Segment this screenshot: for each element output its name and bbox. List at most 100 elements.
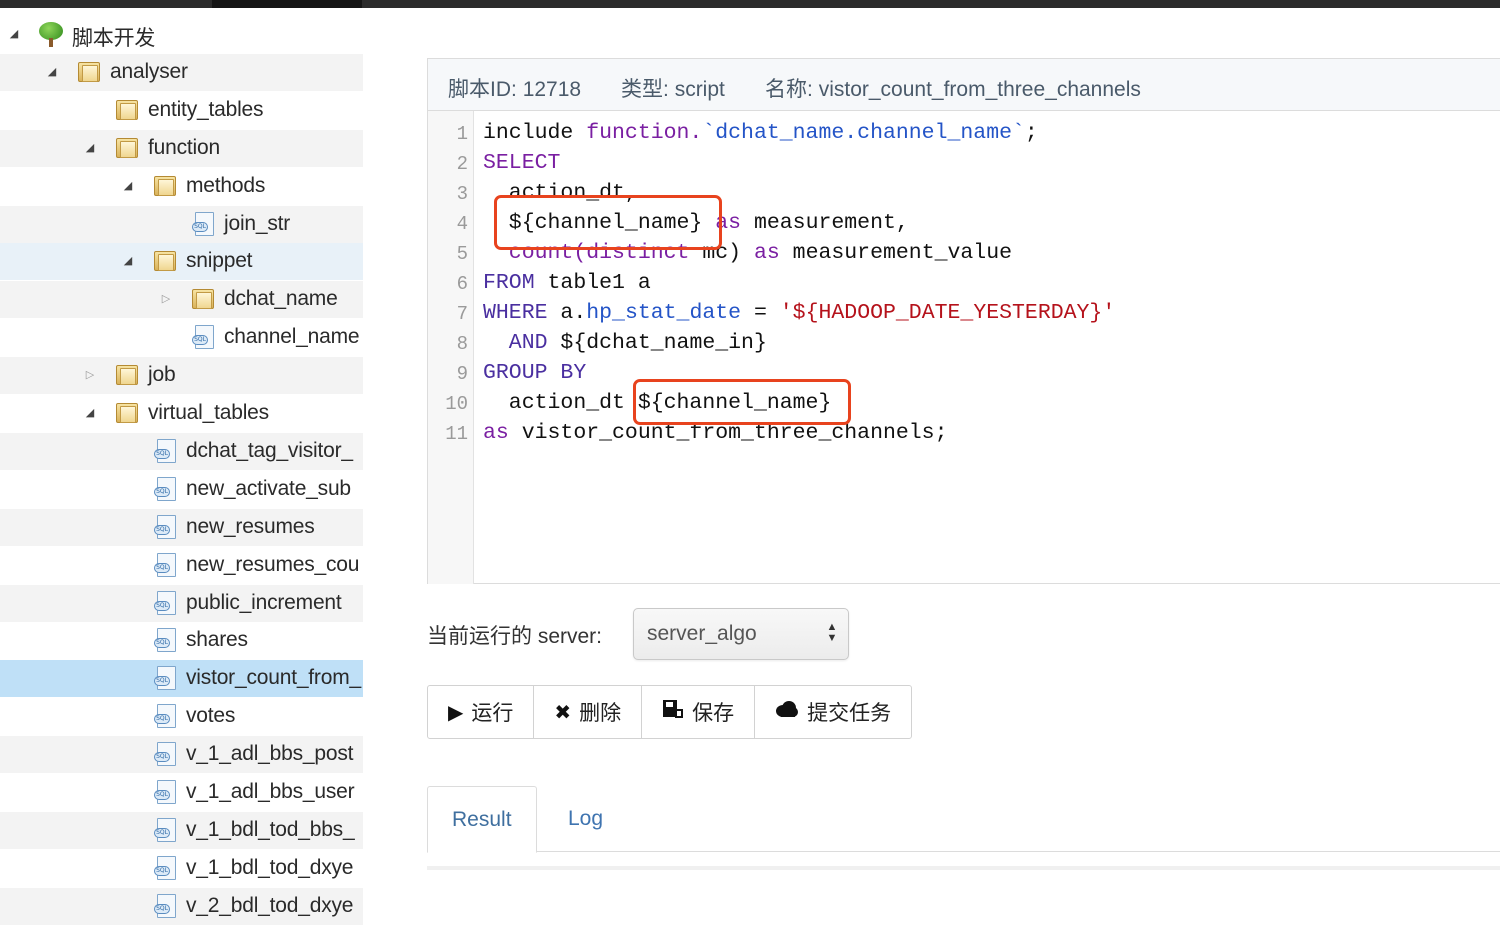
- collapsed-arrow-icon[interactable]: ▷: [160, 292, 172, 306]
- tree-item[interactable]: SQL v_1_bdl_tod_dxye: [0, 850, 363, 887]
- tree-item-label: entity_tables: [148, 97, 264, 121]
- line-number: 3: [456, 183, 468, 205]
- line-number: 9: [456, 363, 468, 385]
- tree-item[interactable]: SQL new_activate_sub: [0, 471, 363, 508]
- code-line-6[interactable]: FROM table1 a: [483, 271, 651, 295]
- folder-icon: [114, 135, 140, 161]
- tree-item[interactable]: ◢ 脚本开发: [0, 16, 363, 53]
- line-number: 7: [456, 303, 468, 325]
- line-number: 1: [456, 123, 468, 145]
- action-toolbar: ▶ 运行 ✖ 删除 保存 提交任务: [427, 685, 913, 739]
- script-name: 名称: vistor_count_from_three_channels: [765, 78, 1141, 101]
- tree-item-label: vistor_count_from_: [186, 666, 361, 690]
- expanded-arrow-icon[interactable]: ◢: [8, 27, 20, 41]
- sql-file-icon: SQL: [152, 627, 178, 653]
- tree-item-label: new_resumes: [186, 514, 315, 538]
- tree-item[interactable]: ▷ job: [0, 357, 363, 395]
- tree-item-label: shares: [186, 628, 248, 652]
- script-id: 脚本ID: 12718: [448, 78, 582, 101]
- code-line-8[interactable]: AND ${dchat_name_in}: [483, 331, 767, 355]
- tree-item[interactable]: entity_tables: [0, 92, 363, 129]
- tree-item[interactable]: SQL channel_name: [0, 319, 363, 356]
- sql-file-icon: SQL: [152, 817, 178, 843]
- output-tabs: Result Log: [427, 786, 1500, 853]
- tree-item[interactable]: SQL vistor_count_from_: [0, 660, 363, 698]
- code-line-9[interactable]: GROUP BY: [483, 361, 586, 385]
- tree-item[interactable]: SQL v_1_adl_bbs_post: [0, 736, 363, 774]
- sql-file-icon: SQL: [152, 590, 178, 616]
- tree-item-label: virtual_tables: [148, 401, 269, 424]
- line-number: 8: [456, 333, 468, 355]
- expanded-arrow-icon[interactable]: ◢: [122, 254, 134, 268]
- expanded-arrow-icon[interactable]: ◢: [84, 406, 96, 420]
- tree-item-label: analyser: [110, 59, 188, 83]
- tree-item-label: new_resumes_cou: [186, 552, 360, 576]
- close-icon: ✖: [554, 701, 572, 724]
- script-tree-sidebar: ◢ 脚本开发 ◢ analyser entity_tables ◢ function ◢ met…: [0, 16, 363, 926]
- save-button[interactable]: 保存: [642, 686, 756, 738]
- server-select-value: server_algo: [647, 622, 757, 645]
- tree-item-label: job: [148, 363, 176, 387]
- sql-file-icon: SQL: [152, 779, 178, 805]
- code-editor[interactable]: 1 2 3 4 5 6 7 8 9 10 11 include function.`dchat_na…: [428, 111, 1500, 584]
- line-number: 2: [456, 153, 468, 175]
- tree-item[interactable]: ◢ virtual_tables: [0, 395, 363, 432]
- sql-file-icon: SQL: [152, 703, 178, 729]
- expanded-arrow-icon[interactable]: ◢: [46, 65, 58, 79]
- tree-item[interactable]: ◢ analyser: [0, 53, 363, 91]
- tab-result[interactable]: Result: [427, 786, 537, 853]
- tree-item[interactable]: ▷ dchat_name: [0, 281, 363, 319]
- tree-item[interactable]: SQL votes: [0, 698, 363, 735]
- delete-button[interactable]: ✖ 删除: [534, 686, 643, 738]
- folder-icon: [76, 59, 102, 85]
- sql-file-icon: SQL: [152, 476, 178, 502]
- tree-item[interactable]: SQL join_str: [0, 205, 363, 243]
- code-line-1[interactable]: include function.`dchat_name.channel_nam…: [483, 121, 1038, 145]
- code-line-7[interactable]: WHERE a.hp_stat_date = '${HADOOP_DATE_YE…: [483, 301, 1115, 325]
- tree-item[interactable]: ◢ snippet: [0, 243, 363, 281]
- tree-item-label: public_increment: [186, 590, 342, 614]
- folder-icon: [114, 97, 140, 123]
- script-editor-card: 脚本ID: 12718 类型: script 名称: vistor_count_…: [427, 58, 1500, 584]
- submit-task-button[interactable]: 提交任务: [755, 686, 911, 738]
- main-panel: 脚本ID: 12718 类型: script 名称: vistor_count_…: [363, 8, 1500, 926]
- tree-item[interactable]: SQL new_resumes: [0, 508, 363, 546]
- tree-item[interactable]: SQL v_1_bdl_tod_bbs_: [0, 811, 363, 849]
- tab-log[interactable]: Log: [544, 786, 627, 852]
- folder-icon: [114, 400, 140, 426]
- code-line-2[interactable]: SELECT: [483, 151, 560, 175]
- tree-item[interactable]: SQL shares: [0, 622, 363, 659]
- tree-item[interactable]: SQL public_increment: [0, 584, 363, 622]
- tree-item[interactable]: ◢ methods: [0, 168, 363, 205]
- collapsed-arrow-icon[interactable]: ▷: [84, 368, 96, 382]
- expanded-arrow-icon[interactable]: ◢: [122, 179, 134, 193]
- save-icon: [662, 699, 684, 725]
- run-button[interactable]: ▶ 运行: [428, 686, 535, 738]
- tree-item[interactable]: SQL v_2_bdl_tod_dxye: [0, 887, 363, 925]
- tree-item[interactable]: SQL dchat_tag_visitor_: [0, 432, 363, 470]
- highlight-box-channel-name-select: [494, 195, 722, 250]
- server-select[interactable]: server_algo ▲ ▼: [633, 608, 849, 660]
- folder-icon: [152, 173, 178, 199]
- line-number-gutter: 1 2 3 4 5 6 7 8 9 10 11: [428, 111, 474, 584]
- sql-file-icon: SQL: [190, 211, 216, 237]
- folder-icon: [190, 286, 216, 312]
- line-number: 6: [456, 273, 468, 295]
- line-number: 11: [445, 423, 468, 445]
- script-info-header: 脚本ID: 12718 类型: script 名称: vistor_count_…: [428, 59, 1500, 111]
- tab-content-divider: [427, 866, 1500, 870]
- tree-item-label: v_2_bdl_tod_dxye: [186, 893, 354, 917]
- tree-item-label: channel_name: [224, 325, 360, 349]
- tree-item-label: methods: [186, 173, 266, 197]
- cloud-upload-icon: [775, 700, 799, 724]
- expanded-arrow-icon[interactable]: ◢: [84, 141, 96, 155]
- server-label: 当前运行的 server:: [427, 625, 603, 648]
- tree-item-label: join_str: [224, 211, 291, 235]
- sql-file-icon: SQL: [152, 552, 178, 578]
- tree-item[interactable]: SQL v_1_adl_bbs_user: [0, 774, 363, 811]
- sql-file-icon: SQL: [152, 514, 178, 540]
- tree-item[interactable]: SQL new_resumes_cou: [0, 547, 363, 584]
- sql-file-icon: SQL: [152, 741, 178, 767]
- tree-item[interactable]: ◢ function: [0, 129, 363, 167]
- play-icon: ▶: [448, 701, 464, 724]
